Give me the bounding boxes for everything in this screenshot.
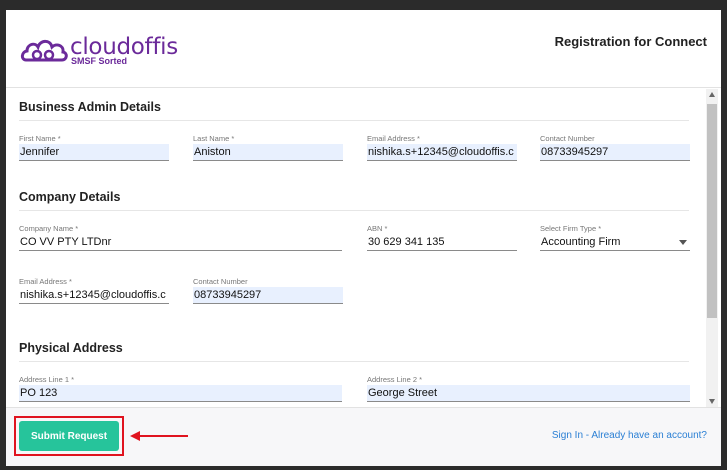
- annotation-arrow-icon: [130, 431, 188, 441]
- address-line1-field: Address Line 1 * PO 123: [19, 374, 342, 402]
- scrollbar-thumb[interactable]: [707, 104, 717, 318]
- first-name-field: First Name * Jennifer: [19, 133, 169, 161]
- address-line2-label: Address Line 2 *: [367, 375, 423, 384]
- company-name-label: Company Name *: [19, 224, 79, 233]
- last-name-input[interactable]: Aniston: [193, 144, 343, 161]
- sign-in-link[interactable]: Sign In - Already have an account?: [552, 430, 707, 441]
- scroll-up-icon[interactable]: [709, 92, 715, 97]
- admin-contact-input[interactable]: 08733945297: [540, 144, 690, 161]
- address-line1-label: Address Line 1 *: [19, 375, 75, 384]
- cloud-logo-icon: [20, 39, 68, 62]
- firm-type-field: Select Firm Type * Accounting Firm: [540, 223, 690, 251]
- firm-type-select[interactable]: Accounting Firm: [540, 234, 690, 251]
- abn-label: ABN *: [367, 224, 388, 233]
- registration-modal: cloudoffis SMSF Sorted Registration for …: [6, 10, 721, 466]
- last-name-field: Last Name * Aniston: [193, 133, 343, 161]
- company-contact-input[interactable]: 08733945297: [193, 287, 343, 304]
- page-title: Registration for Connect: [554, 34, 707, 49]
- dropdown-arrow-icon[interactable]: [679, 240, 687, 245]
- modal-footer: Submit Request Sign In - Already have an…: [6, 407, 721, 466]
- abn-field: ABN * 30 629 341 135: [367, 223, 517, 251]
- company-email-label: Email Address *: [19, 277, 72, 286]
- company-email-field: Email Address * nishika.s+12345@cloudoff…: [19, 276, 169, 304]
- company-email-input[interactable]: nishika.s+12345@cloudoffis.c: [19, 287, 169, 304]
- company-contact-field: Contact Number 08733945297: [193, 276, 343, 304]
- section-title-company: Company Details: [19, 190, 121, 204]
- company-name-input[interactable]: CO VV PTY LTDnr: [19, 234, 342, 251]
- section-title-physical-address: Physical Address: [19, 341, 123, 355]
- vertical-scrollbar[interactable]: [706, 89, 718, 407]
- first-name-label: First Name *: [19, 134, 61, 143]
- firm-type-label: Select Firm Type *: [540, 224, 602, 233]
- address-line1-input[interactable]: PO 123: [19, 385, 342, 402]
- last-name-label: Last Name *: [193, 134, 235, 143]
- logo-tagline: SMSF Sorted: [71, 56, 128, 66]
- section-divider: [19, 210, 689, 211]
- logo: cloudoffis SMSF Sorted: [20, 34, 180, 68]
- admin-email-field: Email Address * nishika.s+12345@cloudoff…: [367, 133, 517, 161]
- section-divider: [19, 120, 689, 121]
- submit-request-button[interactable]: Submit Request: [19, 421, 119, 451]
- admin-contact-label: Contact Number: [540, 134, 595, 143]
- first-name-input[interactable]: Jennifer: [19, 144, 169, 161]
- admin-email-input[interactable]: nishika.s+12345@cloudoffis.c: [367, 144, 517, 161]
- admin-contact-field: Contact Number 08733945297: [540, 133, 690, 161]
- section-title-business-admin: Business Admin Details: [19, 100, 161, 114]
- form-body: Business Admin Details First Name * Jenn…: [6, 89, 721, 407]
- abn-input[interactable]: 30 629 341 135: [367, 234, 517, 251]
- admin-email-label: Email Address *: [367, 134, 420, 143]
- address-line2-field: Address Line 2 * George Street: [367, 374, 690, 402]
- company-name-field: Company Name * CO VV PTY LTDnr: [19, 223, 342, 251]
- address-line2-input[interactable]: George Street: [367, 385, 690, 402]
- scroll-down-icon[interactable]: [709, 399, 715, 404]
- modal-header: cloudoffis SMSF Sorted Registration for …: [6, 10, 721, 88]
- company-contact-label: Contact Number: [193, 277, 248, 286]
- section-divider: [19, 361, 689, 362]
